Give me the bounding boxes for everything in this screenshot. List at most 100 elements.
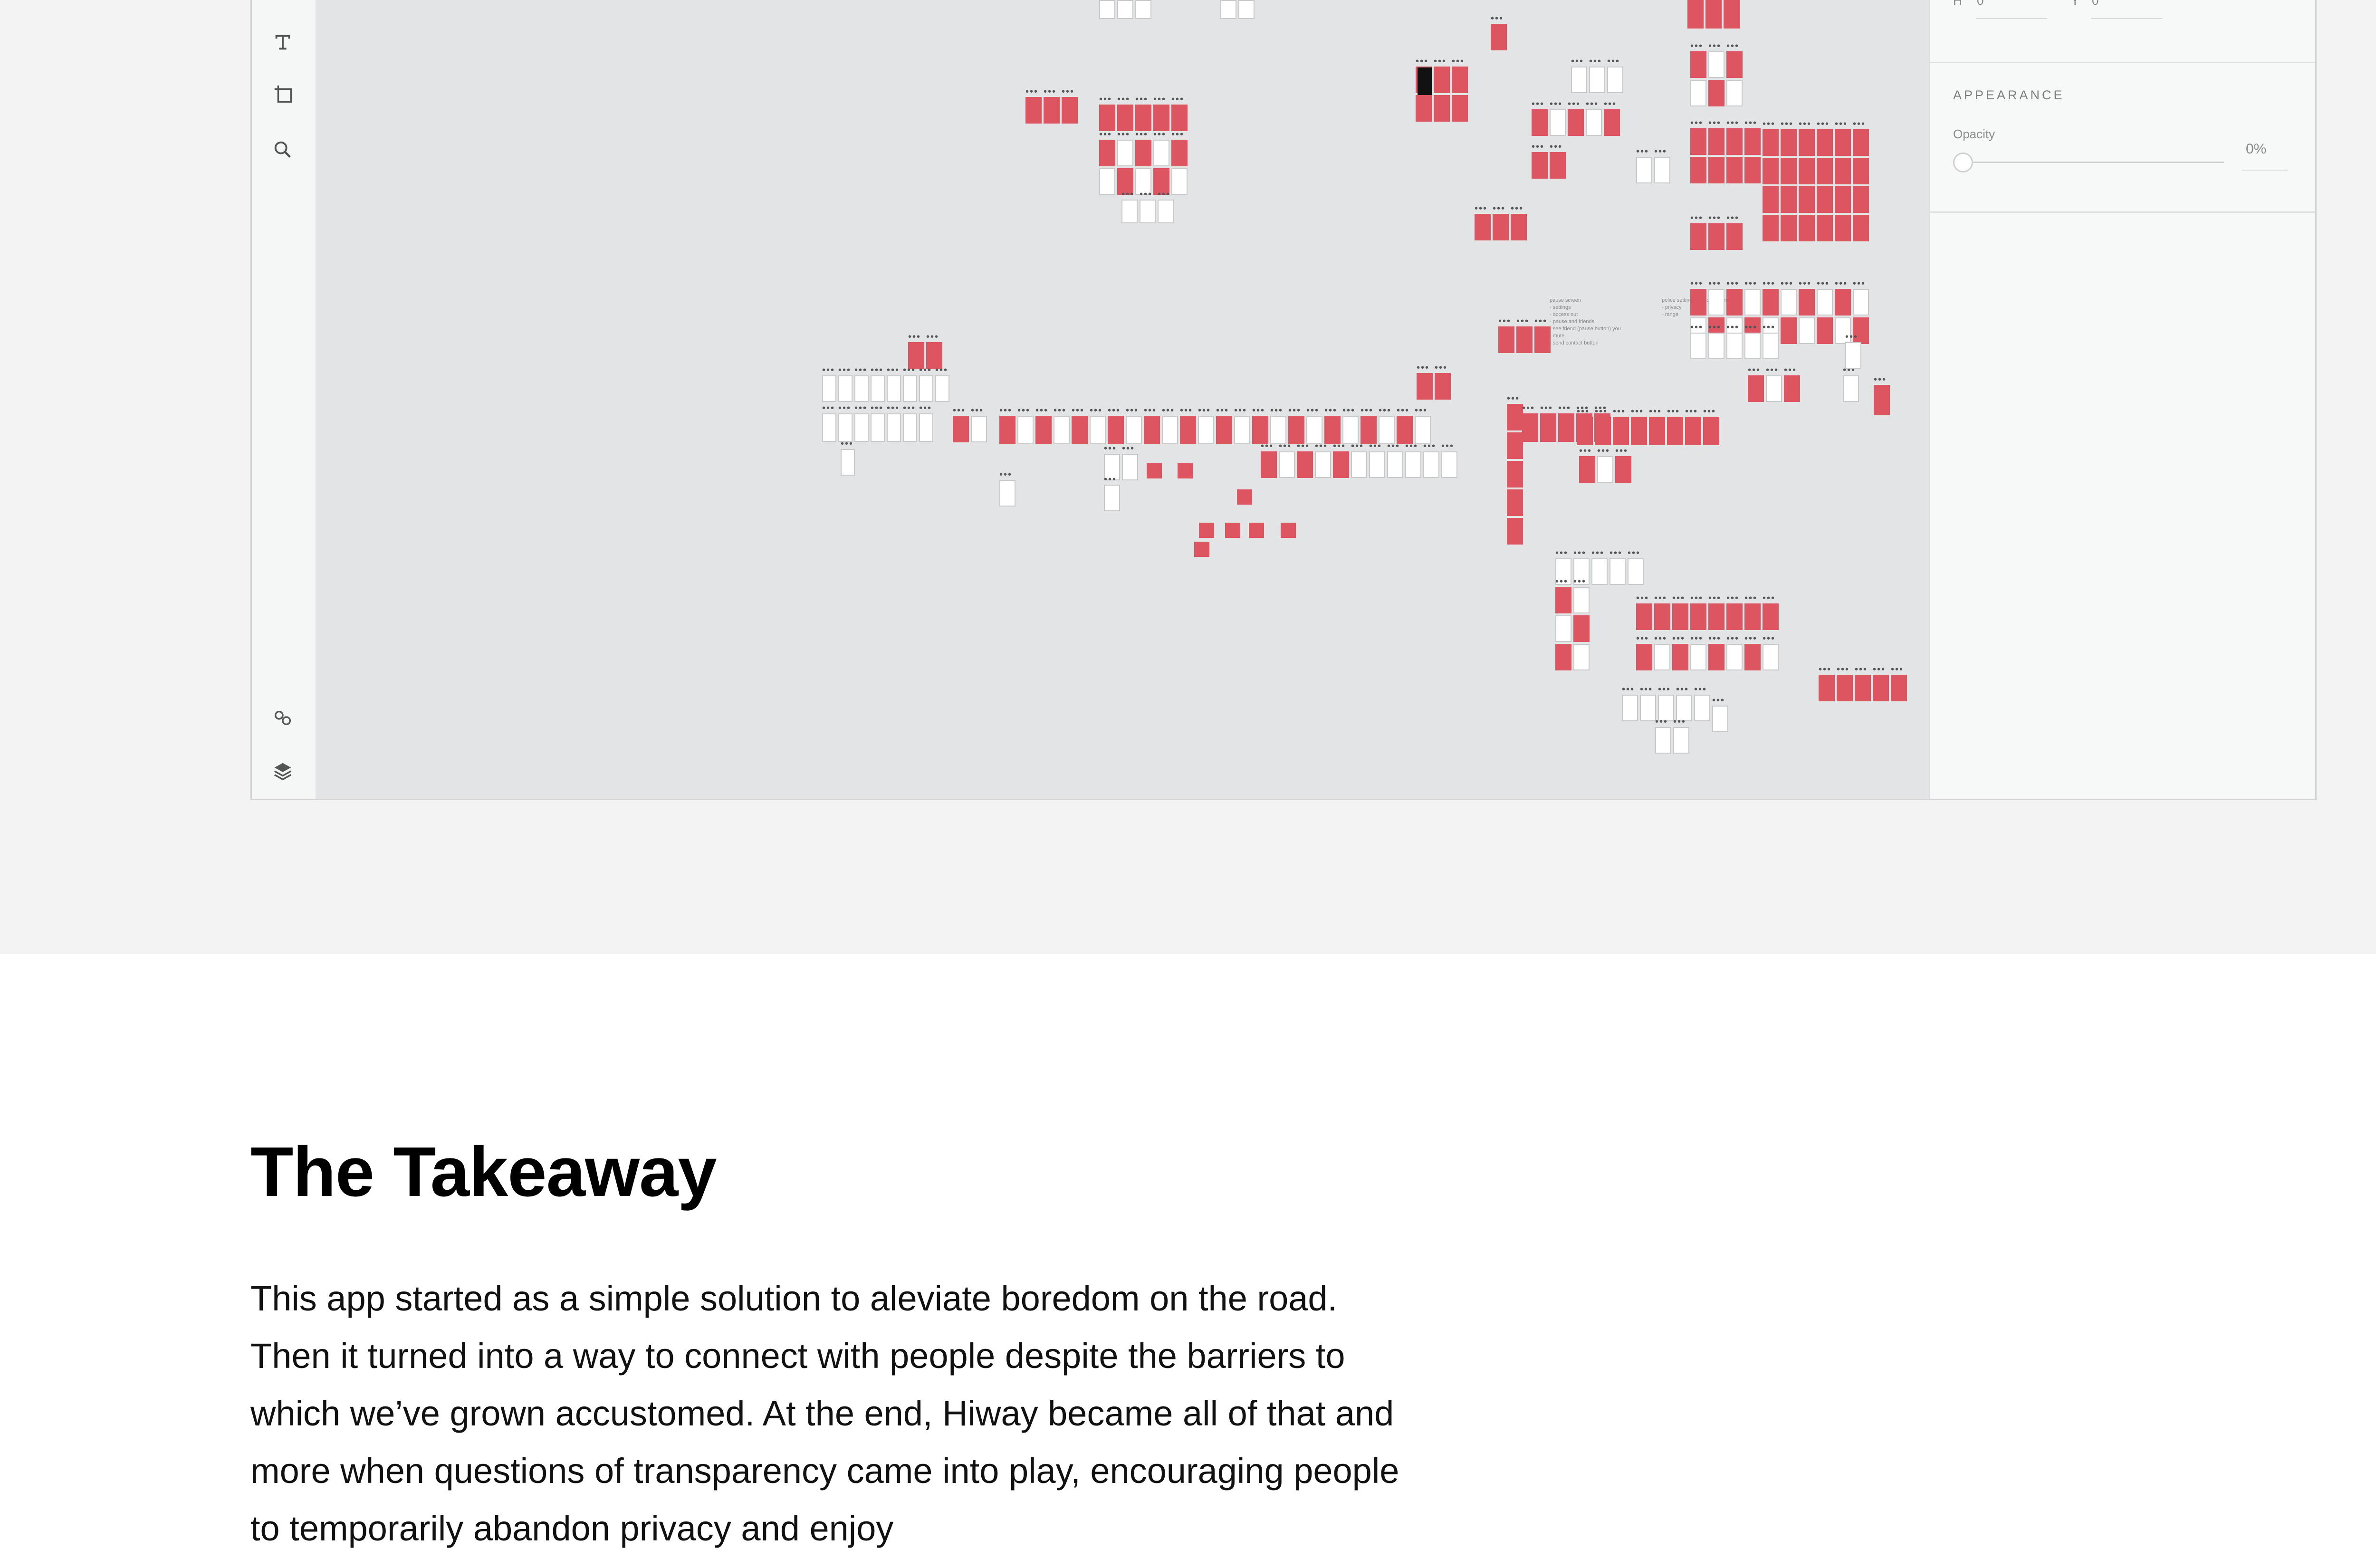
artboard-thumbnail[interactable] — [1577, 417, 1593, 445]
artboard-thumbnail[interactable] — [1817, 215, 1833, 241]
artboard-thumbnail[interactable] — [1763, 289, 1779, 316]
artboard-thumbnail[interactable] — [838, 413, 853, 442]
artboard-thumbnail[interactable] — [1724, 0, 1740, 29]
height-field[interactable]: 0 — [1977, 0, 1983, 12]
artboard-thumbnail[interactable] — [1452, 95, 1468, 122]
artboard-thumbnail[interactable] — [1591, 558, 1608, 585]
artboard-thumbnail[interactable] — [1853, 158, 1869, 184]
artboard-thumbnail[interactable] — [1035, 416, 1052, 444]
artboard-thumbnail[interactable] — [1507, 489, 1523, 516]
artboard-thumbnail[interactable] — [1306, 416, 1322, 444]
artboard-thumbnail[interactable] — [1799, 317, 1815, 344]
artboard-thumbnail[interactable] — [1726, 51, 1743, 78]
artboard-thumbnail[interactable] — [1690, 157, 1706, 183]
artboard-thumbnail[interactable] — [1288, 416, 1304, 444]
zoom-tool-button[interactable] — [267, 134, 298, 165]
artboard-thumbnail[interactable] — [1417, 373, 1433, 400]
artboard-thumbnail[interactable] — [1261, 451, 1277, 478]
artboard-thumbnail[interactable] — [1534, 326, 1551, 353]
artboard-thumbnail[interactable] — [1835, 289, 1851, 316]
artboard-thumbnail[interactable] — [1853, 186, 1869, 213]
artboard-thumbnail[interactable] — [1843, 375, 1859, 402]
artboard-thumbnail[interactable] — [1249, 523, 1264, 538]
artboard-thumbnail[interactable] — [1216, 416, 1232, 444]
artboard-thumbnail[interactable] — [1690, 51, 1706, 78]
artboard-thumbnail[interactable] — [1516, 326, 1533, 353]
text-tool-button[interactable] — [267, 27, 298, 58]
artboard-thumbnail[interactable] — [1845, 342, 1861, 369]
artboard-thumbnail[interactable] — [1817, 289, 1833, 316]
artboard-thumbnail[interactable] — [1315, 451, 1331, 478]
artboard-thumbnail[interactable] — [841, 449, 855, 476]
artboard-thumbnail[interactable] — [1687, 0, 1704, 29]
artboard-thumbnail[interactable] — [1726, 80, 1743, 106]
artboard-thumbnail[interactable] — [1171, 140, 1188, 166]
artboard-thumbnail[interactable] — [1744, 644, 1761, 670]
artboard-thumbnail[interactable] — [1199, 523, 1214, 538]
artboard-thumbnail[interactable] — [1171, 105, 1188, 131]
artboard-thumbnail[interactable] — [1297, 451, 1313, 478]
artboard-thumbnail[interactable] — [1819, 675, 1835, 701]
artboard-thumbnail[interactable] — [1434, 95, 1450, 122]
artboard-thumbnail[interactable] — [1708, 128, 1725, 155]
artboard-thumbnail[interactable] — [1781, 317, 1797, 344]
artboard-thumbnail[interactable] — [919, 413, 933, 442]
artboard-thumbnail[interactable] — [1622, 695, 1638, 721]
artboard-thumbnail[interactable] — [1799, 186, 1815, 213]
artboard-thumbnail[interactable] — [1234, 416, 1250, 444]
artboard-thumbnail[interactable] — [1108, 416, 1124, 444]
artboard-thumbnail[interactable] — [1690, 128, 1706, 155]
artboard-thumbnail[interactable] — [1613, 417, 1629, 445]
artboard-thumbnail[interactable] — [1194, 542, 1209, 557]
artboard-thumbnail[interactable] — [1835, 215, 1851, 241]
artboard-thumbnail[interactable] — [1507, 404, 1523, 430]
artboard-thumbnail[interactable] — [1171, 168, 1188, 195]
artboard-thumbnail[interactable] — [1126, 416, 1142, 444]
artboard-thumbnail[interactable] — [1649, 417, 1665, 445]
artboard-thumbnail[interactable] — [1540, 413, 1556, 442]
artboard-thumbnail[interactable] — [1180, 416, 1196, 444]
artboard-thumbnail[interactable] — [1558, 413, 1574, 442]
artboard-thumbnail[interactable] — [1099, 168, 1115, 195]
artboard-thumbnail[interactable] — [1144, 416, 1160, 444]
artboard-thumbnail[interactable] — [1781, 289, 1797, 316]
artboard-thumbnail[interactable] — [1763, 603, 1779, 630]
artboard-thumbnail[interactable] — [1636, 157, 1652, 183]
artboard-thumbnail[interactable] — [1708, 603, 1725, 630]
artboard-thumbnail[interactable] — [1690, 289, 1706, 316]
artboard-thumbnail[interactable] — [1586, 109, 1602, 136]
artboard-thumbnail[interactable] — [999, 416, 1016, 444]
artboard-thumbnail[interactable] — [1744, 289, 1761, 316]
y-field[interactable]: 0 — [2092, 0, 2098, 12]
artboard-thumbnail[interactable] — [1416, 95, 1432, 122]
artboard-thumbnail[interactable] — [1690, 644, 1706, 670]
artboard-thumbnail[interactable] — [1712, 706, 1728, 732]
artboard-thumbnail[interactable] — [1198, 416, 1214, 444]
artboard-thumbnail[interactable] — [1708, 223, 1725, 250]
artboard-thumbnail[interactable] — [1418, 67, 1432, 95]
layers-panel-button[interactable] — [267, 755, 298, 787]
opacity-value-field[interactable]: 0% — [2246, 141, 2286, 157]
artboard-thumbnail[interactable] — [971, 416, 987, 442]
artboard-thumbnail[interactable] — [1555, 644, 1571, 670]
opacity-slider-knob[interactable] — [1953, 153, 1973, 172]
artboard-thumbnail[interactable] — [1766, 375, 1782, 402]
artboard-thumbnail[interactable] — [1270, 416, 1286, 444]
artboard-thumbnail[interactable] — [1763, 129, 1779, 156]
artboard-thumbnail[interactable] — [1158, 200, 1174, 223]
artboard-thumbnail[interactable] — [1522, 413, 1538, 442]
artboard-thumbnail[interactable] — [1117, 105, 1133, 131]
artboard-thumbnail[interactable] — [1351, 451, 1367, 478]
artboard-thumbnail[interactable] — [1604, 109, 1620, 136]
artboard-thumbnail[interactable] — [1342, 416, 1359, 444]
artboard-thumbnail[interactable] — [1835, 186, 1851, 213]
artboard-thumbnail[interactable] — [1615, 456, 1631, 483]
artboard-thumbnail[interactable] — [1672, 644, 1688, 670]
artboard-thumbnail[interactable] — [1568, 109, 1584, 136]
artboard-thumbnail[interactable] — [871, 375, 885, 402]
artboard-thumbnail[interactable] — [1387, 451, 1403, 478]
artboard-thumbnail[interactable] — [1511, 214, 1527, 240]
artboard-thumbnail[interactable] — [1135, 105, 1151, 131]
artboard-thumbnail[interactable] — [1405, 451, 1421, 478]
artboard-thumbnail[interactable] — [1799, 289, 1815, 316]
